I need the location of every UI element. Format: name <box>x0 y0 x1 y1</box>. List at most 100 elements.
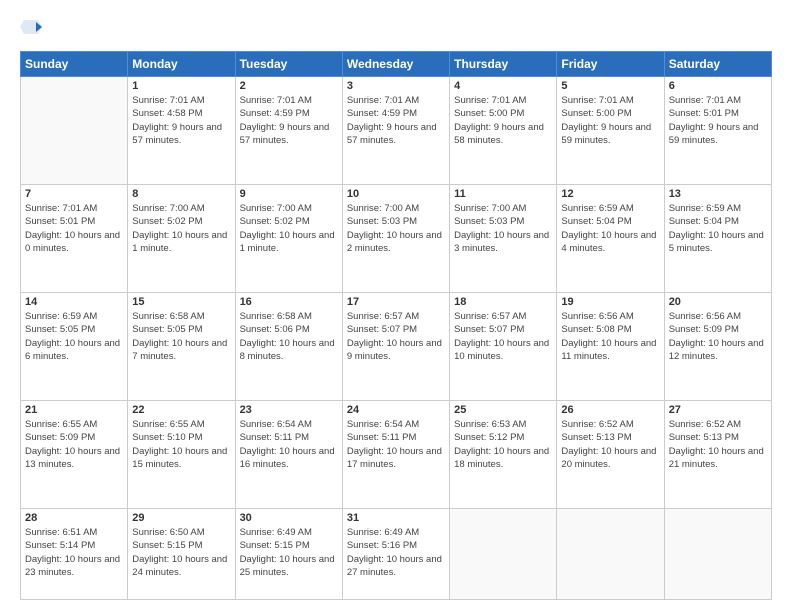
calendar-cell <box>450 508 557 599</box>
calendar-cell: 5 Sunrise: 7:01 AMSunset: 5:00 PMDaylight… <box>557 77 664 185</box>
cell-date: 20 <box>669 296 767 308</box>
calendar-cell: 29 Sunrise: 6:50 AMSunset: 5:15 PMDayligh… <box>128 508 235 599</box>
calendar-cell: 18 Sunrise: 6:57 AMSunset: 5:07 PMDayligh… <box>450 292 557 400</box>
cell-date: 18 <box>454 296 552 308</box>
cell-date: 19 <box>561 296 659 308</box>
day-header-friday: Friday <box>557 52 664 77</box>
calendar-cell: 12 Sunrise: 6:59 AMSunset: 5:04 PMDayligh… <box>557 184 664 292</box>
calendar-cell: 30 Sunrise: 6:49 AMSunset: 5:15 PMDayligh… <box>235 508 342 599</box>
calendar-cell: 14 Sunrise: 6:59 AMSunset: 5:05 PMDayligh… <box>21 292 128 400</box>
page: SundayMondayTuesdayWednesdayThursdayFrid… <box>0 0 792 612</box>
cell-info: Sunrise: 7:01 AMSunset: 5:00 PMDaylight:… <box>561 94 659 147</box>
calendar-cell: 2 Sunrise: 7:01 AMSunset: 4:59 PMDaylight… <box>235 77 342 185</box>
calendar-cell: 1Sunrise: 7:01 AMSunset: 4:58 PMDaylight… <box>128 77 235 185</box>
day-header-wednesday: Wednesday <box>342 52 449 77</box>
calendar-week-2: 7Sunrise: 7:01 AMSunset: 5:01 PMDaylight… <box>21 184 772 292</box>
cell-date: 6 <box>669 80 767 92</box>
calendar-week-1: 1Sunrise: 7:01 AMSunset: 4:58 PMDaylight… <box>21 77 772 185</box>
cell-info: Sunrise: 6:49 AMSunset: 5:15 PMDaylight:… <box>240 526 338 579</box>
cell-info: Sunrise: 7:00 AMSunset: 5:02 PMDaylight:… <box>132 202 230 255</box>
cell-date: 1 <box>132 80 230 92</box>
cell-info: Sunrise: 6:59 AMSunset: 5:04 PMDaylight:… <box>669 202 767 255</box>
calendar-cell: 3 Sunrise: 7:01 AMSunset: 4:59 PMDaylight… <box>342 77 449 185</box>
cell-info: Sunrise: 6:49 AMSunset: 5:16 PMDaylight:… <box>347 526 445 579</box>
cell-date: 5 <box>561 80 659 92</box>
cell-date: 16 <box>240 296 338 308</box>
cell-info: Sunrise: 6:59 AMSunset: 5:05 PMDaylight:… <box>25 310 123 363</box>
cell-date: 9 <box>240 188 338 200</box>
calendar-cell <box>664 508 771 599</box>
header <box>20 16 772 43</box>
calendar-cell: 16 Sunrise: 6:58 AMSunset: 5:06 PMDayligh… <box>235 292 342 400</box>
calendar-cell: 27 Sunrise: 6:52 AMSunset: 5:13 PMDayligh… <box>664 400 771 508</box>
calendar-cell: 6 Sunrise: 7:01 AMSunset: 5:01 PMDaylight… <box>664 77 771 185</box>
calendar-cell: 9 Sunrise: 7:00 AMSunset: 5:02 PMDaylight… <box>235 184 342 292</box>
cell-info: Sunrise: 6:55 AMSunset: 5:09 PMDaylight:… <box>25 418 123 471</box>
calendar-cell: 10 Sunrise: 7:00 AMSunset: 5:03 PMDayligh… <box>342 184 449 292</box>
cell-info: Sunrise: 6:52 AMSunset: 5:13 PMDaylight:… <box>669 418 767 471</box>
cell-info: Sunrise: 6:57 AMSunset: 5:07 PMDaylight:… <box>454 310 552 363</box>
cell-date: 22 <box>132 404 230 416</box>
cell-date: 31 <box>347 512 445 524</box>
cell-date: 8 <box>132 188 230 200</box>
calendar-cell: 17Sunrise: 6:57 AMSunset: 5:07 PMDayligh… <box>342 292 449 400</box>
calendar-cell: 25Sunrise: 6:53 AMSunset: 5:12 PMDayligh… <box>450 400 557 508</box>
calendar-cell: 19Sunrise: 6:56 AMSunset: 5:08 PMDayligh… <box>557 292 664 400</box>
cell-date: 24 <box>347 404 445 416</box>
cell-info: Sunrise: 6:51 AMSunset: 5:14 PMDaylight:… <box>25 526 123 579</box>
day-header-sunday: Sunday <box>21 52 128 77</box>
cell-info: Sunrise: 7:00 AMSunset: 5:03 PMDaylight:… <box>347 202 445 255</box>
cell-info: Sunrise: 6:55 AMSunset: 5:10 PMDaylight:… <box>132 418 230 471</box>
cell-info: Sunrise: 6:56 AMSunset: 5:09 PMDaylight:… <box>669 310 767 363</box>
calendar-cell: 26 Sunrise: 6:52 AMSunset: 5:13 PMDayligh… <box>557 400 664 508</box>
calendar-cell: 4 Sunrise: 7:01 AMSunset: 5:00 PMDaylight… <box>450 77 557 185</box>
calendar-cell: 8 Sunrise: 7:00 AMSunset: 5:02 PMDaylight… <box>128 184 235 292</box>
cell-date: 3 <box>347 80 445 92</box>
cell-info: Sunrise: 6:52 AMSunset: 5:13 PMDaylight:… <box>561 418 659 471</box>
cell-info: Sunrise: 6:53 AMSunset: 5:12 PMDaylight:… <box>454 418 552 471</box>
cell-info: Sunrise: 7:00 AMSunset: 5:03 PMDaylight:… <box>454 202 552 255</box>
cell-date: 2 <box>240 80 338 92</box>
calendar-table: SundayMondayTuesdayWednesdayThursdayFrid… <box>20 51 772 600</box>
calendar-cell <box>557 508 664 599</box>
cell-date: 10 <box>347 188 445 200</box>
cell-info: Sunrise: 6:50 AMSunset: 5:15 PMDaylight:… <box>132 526 230 579</box>
cell-date: 26 <box>561 404 659 416</box>
cell-info: Sunrise: 7:01 AMSunset: 4:59 PMDaylight:… <box>240 94 338 147</box>
calendar-cell <box>21 77 128 185</box>
cell-info: Sunrise: 7:01 AMSunset: 5:01 PMDaylight:… <box>669 94 767 147</box>
cell-info: Sunrise: 7:01 AMSunset: 5:00 PMDaylight:… <box>454 94 552 147</box>
calendar-cell: 31 Sunrise: 6:49 AMSunset: 5:16 PMDayligh… <box>342 508 449 599</box>
cell-date: 21 <box>25 404 123 416</box>
cell-date: 28 <box>25 512 123 524</box>
cell-date: 27 <box>669 404 767 416</box>
cell-info: Sunrise: 6:54 AMSunset: 5:11 PMDaylight:… <box>347 418 445 471</box>
cell-date: 13 <box>669 188 767 200</box>
cell-date: 11 <box>454 188 552 200</box>
cell-info: Sunrise: 7:01 AMSunset: 4:59 PMDaylight:… <box>347 94 445 147</box>
day-header-tuesday: Tuesday <box>235 52 342 77</box>
cell-date: 29 <box>132 512 230 524</box>
logo <box>20 16 42 43</box>
cell-date: 12 <box>561 188 659 200</box>
calendar-cell: 23Sunrise: 6:54 AMSunset: 5:11 PMDayligh… <box>235 400 342 508</box>
calendar-header-row: SundayMondayTuesdayWednesdayThursdayFrid… <box>21 52 772 77</box>
day-header-monday: Monday <box>128 52 235 77</box>
cell-info: Sunrise: 6:57 AMSunset: 5:07 PMDaylight:… <box>347 310 445 363</box>
cell-date: 23 <box>240 404 338 416</box>
cell-info: Sunrise: 6:59 AMSunset: 5:04 PMDaylight:… <box>561 202 659 255</box>
cell-date: 7 <box>25 188 123 200</box>
calendar-cell: 11 Sunrise: 7:00 AMSunset: 5:03 PMDayligh… <box>450 184 557 292</box>
cell-info: Sunrise: 7:00 AMSunset: 5:02 PMDaylight:… <box>240 202 338 255</box>
calendar-cell: 28 Sunrise: 6:51 AMSunset: 5:14 PMDayligh… <box>21 508 128 599</box>
calendar-week-4: 21 Sunrise: 6:55 AMSunset: 5:09 PMDayligh… <box>21 400 772 508</box>
cell-date: 4 <box>454 80 552 92</box>
cell-info: Sunrise: 6:58 AMSunset: 5:06 PMDaylight:… <box>240 310 338 363</box>
cell-date: 14 <box>25 296 123 308</box>
calendar-cell: 7Sunrise: 7:01 AMSunset: 5:01 PMDaylight… <box>21 184 128 292</box>
cell-date: 15 <box>132 296 230 308</box>
calendar-cell: 15 Sunrise: 6:58 AMSunset: 5:05 PMDayligh… <box>128 292 235 400</box>
cell-date: 30 <box>240 512 338 524</box>
cell-info: Sunrise: 6:58 AMSunset: 5:05 PMDaylight:… <box>132 310 230 363</box>
calendar-cell: 22 Sunrise: 6:55 AMSunset: 5:10 PMDayligh… <box>128 400 235 508</box>
